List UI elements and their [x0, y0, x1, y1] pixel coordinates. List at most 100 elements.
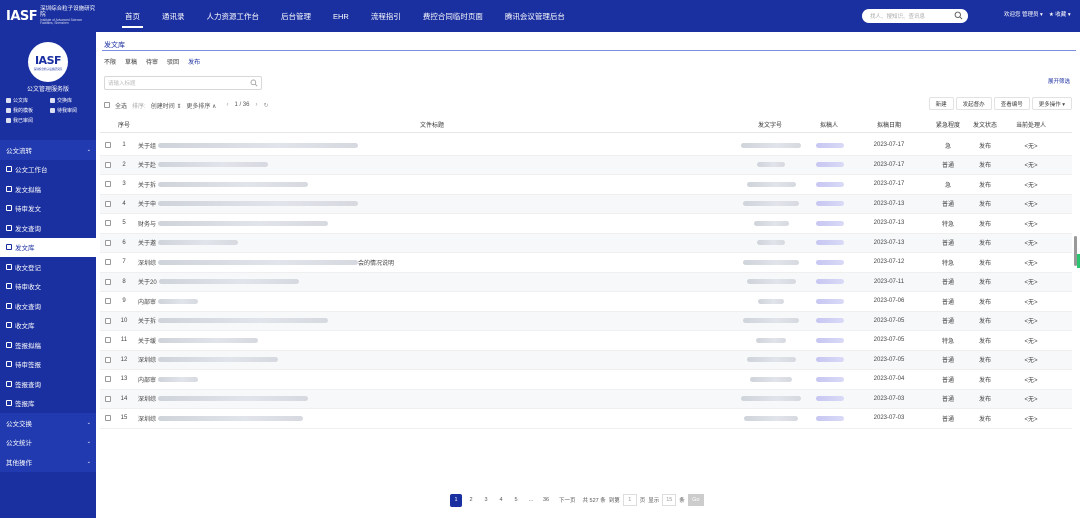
row-checkbox[interactable]: [105, 356, 111, 363]
quick-link[interactable]: 我已审阅: [6, 117, 50, 124]
row-title[interactable]: 深圳综: [132, 414, 732, 423]
column-header[interactable]: 发文字号: [732, 120, 808, 129]
sidebar-item[interactable]: 签报库: [0, 394, 96, 414]
nav-item[interactable]: EHR: [322, 0, 360, 32]
table-row[interactable]: 9 内部审 2023-07-06 普通 发布 <无>: [100, 292, 1072, 312]
row-checkbox[interactable]: [105, 181, 111, 188]
sidebar-item[interactable]: 公文工作台: [0, 160, 96, 180]
nav-item[interactable]: 人力资源工作台: [196, 0, 271, 32]
quick-link[interactable]: 交换库: [50, 97, 94, 104]
sidebar-item[interactable]: 发文库: [0, 237, 96, 257]
row-title[interactable]: 关于赴: [132, 160, 732, 169]
sidebar-group[interactable]: 公文流转 ⌄: [0, 140, 96, 160]
row-title[interactable]: 关于缓: [132, 336, 732, 345]
row-checkbox[interactable]: [105, 415, 111, 422]
table-row[interactable]: 7 深圳综 会的情况说明 2023-07-12 特急 发布 <无>: [100, 253, 1072, 273]
table-row[interactable]: 1 关于组 2023-07-17 急 发布 <无>: [100, 136, 1072, 156]
sidebar-group[interactable]: 其他操作 ⌄: [0, 452, 96, 472]
row-title[interactable]: 关于20: [132, 277, 732, 286]
select-all-checkbox[interactable]: [104, 102, 110, 108]
sidebar-group[interactable]: 公文交换 ⌄: [0, 413, 96, 433]
nav-item[interactable]: 首页: [114, 0, 151, 32]
search-icon[interactable]: [954, 11, 963, 20]
toolbar-button[interactable]: 更多操作 ▾: [1031, 97, 1072, 110]
sidebar-item[interactable]: 发文拟稿: [0, 179, 96, 199]
filter-tab[interactable]: 草稿: [125, 57, 137, 66]
filter-tab[interactable]: 待审: [146, 57, 158, 66]
table-row[interactable]: 13 内部审 2023-07-04 普通 发布 <无>: [100, 370, 1072, 390]
row-title[interactable]: 关于拆: [132, 180, 732, 189]
nav-item[interactable]: 腾讯会议管理后台: [494, 0, 576, 32]
quick-link[interactable]: 公文库: [6, 97, 50, 104]
sidebar-item[interactable]: 待审发文: [0, 199, 96, 219]
filter-tab[interactable]: 发布: [188, 57, 200, 66]
row-title[interactable]: 关于组: [132, 141, 732, 150]
row-checkbox[interactable]: [105, 317, 111, 324]
page-button[interactable]: 5: [510, 494, 522, 507]
column-header[interactable]: 紧急程度: [928, 120, 968, 129]
page-title[interactable]: 发文库: [104, 40, 125, 50]
user-menu[interactable]: 欢迎您 管理员 ▾: [1004, 10, 1043, 18]
nav-item[interactable]: 费控合同临时页面: [412, 0, 494, 32]
next-page-icon[interactable]: ›: [255, 102, 257, 108]
column-header[interactable]: 文件标题: [132, 120, 732, 129]
sidebar-item[interactable]: 待审签报: [0, 355, 96, 375]
row-title[interactable]: 关于邀: [132, 238, 732, 247]
row-checkbox[interactable]: [105, 337, 111, 344]
quick-link[interactable]: 我的模板: [6, 107, 50, 114]
row-checkbox[interactable]: [105, 395, 111, 402]
table-row[interactable]: 11 关于缓 2023-07-05 特急 发布 <无>: [100, 331, 1072, 351]
title-search-input[interactable]: 请输入标题: [104, 76, 262, 90]
filter-tab[interactable]: 不限: [104, 57, 116, 66]
page-button[interactable]: 4: [495, 494, 507, 507]
table-row[interactable]: 4 关于申 2023-07-13 普通 发布 <无>: [100, 194, 1072, 214]
nav-item[interactable]: 通讯录: [151, 0, 196, 32]
column-header[interactable]: 发文状态: [968, 120, 1002, 129]
toolbar-button[interactable]: 查看编号: [993, 97, 1030, 110]
row-checkbox[interactable]: [105, 376, 111, 383]
quick-link[interactable]: 待我审阅: [50, 107, 94, 114]
row-title[interactable]: 深圳综: [132, 394, 732, 403]
page-button[interactable]: 36: [540, 494, 552, 507]
toolbar-button[interactable]: 新建: [928, 97, 954, 110]
row-checkbox[interactable]: [105, 200, 111, 207]
table-row[interactable]: 5 财务与 2023-07-13 特急 发布 <无>: [100, 214, 1072, 234]
row-title[interactable]: 关于申: [132, 199, 732, 208]
page-button[interactable]: ...: [525, 494, 537, 507]
sidebar-item[interactable]: 发文查询: [0, 218, 96, 238]
column-header[interactable]: 当前处理人: [1002, 120, 1060, 129]
more-sort[interactable]: 更多排序 ∧: [186, 101, 216, 110]
sidebar-item[interactable]: 收文登记: [0, 257, 96, 277]
next-page-button[interactable]: 下一页: [555, 494, 580, 507]
table-row[interactable]: 8 关于20 2023-07-11 普通 发布 <无>: [100, 272, 1072, 292]
row-checkbox[interactable]: [105, 278, 111, 285]
row-title[interactable]: 深圳综: [132, 355, 732, 364]
filter-tab[interactable]: 驳回: [167, 57, 179, 66]
global-search-input[interactable]: 找人、搜知识、查讯息: [862, 9, 968, 23]
row-title[interactable]: 内部审: [132, 375, 732, 384]
row-checkbox[interactable]: [105, 239, 111, 246]
brand-logo[interactable]: IASF 深圳综合粒子设施研究院 Institute of Advanced S…: [0, 0, 96, 32]
nav-item[interactable]: 流程指引: [360, 0, 412, 32]
page-button[interactable]: 1: [450, 493, 462, 507]
table-row[interactable]: 14 深圳综 2023-07-03 普通 发布 <无>: [100, 389, 1072, 409]
row-title[interactable]: 深圳综 会的情况说明: [132, 258, 732, 267]
refresh-icon[interactable]: ↻: [263, 102, 268, 109]
favorites-menu[interactable]: ★ 收藏 ▾: [1049, 10, 1071, 18]
row-checkbox[interactable]: [105, 298, 111, 305]
page-button[interactable]: 3: [480, 494, 492, 507]
sidebar-item[interactable]: 签报查询: [0, 374, 96, 394]
row-title[interactable]: 关于拆: [132, 316, 732, 325]
sort-field[interactable]: 创建时间 ⇕: [151, 101, 182, 110]
column-header[interactable]: 拟稿日期: [850, 120, 928, 129]
row-title[interactable]: 内部审: [132, 297, 732, 306]
advanced-filter-link[interactable]: 展开筛选: [1048, 77, 1070, 85]
table-row[interactable]: 12 深圳综 2023-07-05 普通 发布 <无>: [100, 350, 1072, 370]
column-header[interactable]: 序号: [116, 120, 132, 129]
prev-page-icon[interactable]: ‹: [226, 102, 228, 108]
sidebar-item[interactable]: 收文查询: [0, 296, 96, 316]
row-checkbox[interactable]: [105, 161, 111, 168]
search-icon[interactable]: [250, 79, 258, 87]
go-button[interactable]: Go: [687, 494, 704, 506]
table-row[interactable]: 2 关于赴 2023-07-17 普通 发布 <无>: [100, 155, 1072, 175]
